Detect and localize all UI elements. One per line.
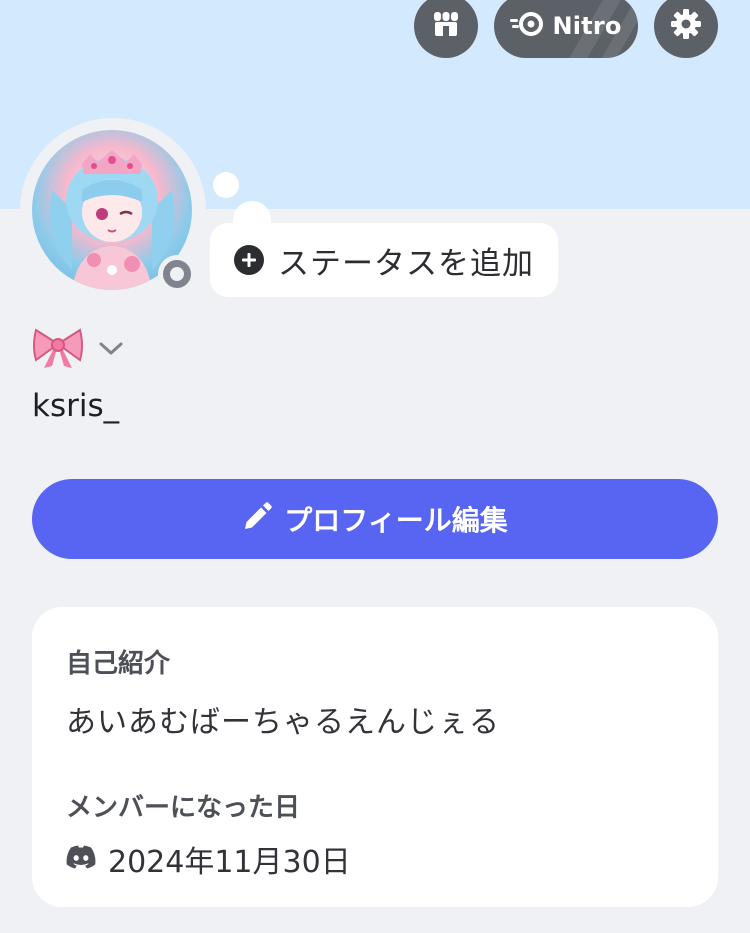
discord-logo-icon (66, 845, 96, 873)
nitro-button[interactable]: Nitro (494, 0, 638, 58)
plus-circle-icon (234, 245, 264, 275)
presence-status-indicator (158, 255, 196, 293)
add-status-label: ステータスを追加 (278, 245, 534, 282)
ribbon-icon (32, 326, 84, 374)
nitro-label: Nitro (552, 12, 622, 40)
about-card: 自己紹介 あいあむばーちゃるえんじぇる メンバーになった日 2024年11月30… (32, 607, 718, 907)
member-since-row: 2024年11月30日 (66, 837, 351, 881)
chevron-down-icon[interactable] (98, 341, 124, 361)
offline-status-icon (163, 260, 191, 288)
member-since-heading: メンバーになった日 (66, 793, 301, 823)
username: ksris_ (32, 388, 120, 424)
bio-text: あいあむばーちゃるえんじぇる (66, 705, 500, 740)
pencil-icon (242, 502, 273, 536)
thought-bubble-small (213, 172, 239, 198)
display-name-row[interactable] (32, 326, 124, 374)
member-since-date: 2024年11月30日 (108, 845, 351, 880)
gear-icon (670, 8, 702, 44)
bio-heading: 自己紹介 (66, 649, 171, 679)
shop-icon (431, 9, 461, 43)
edit-profile-button[interactable]: プロフィール編集 (32, 479, 718, 559)
nitro-icon (510, 11, 544, 41)
edit-profile-label: プロフィール編集 (284, 504, 508, 537)
add-status-button[interactable]: ステータスを追加 (210, 223, 558, 297)
